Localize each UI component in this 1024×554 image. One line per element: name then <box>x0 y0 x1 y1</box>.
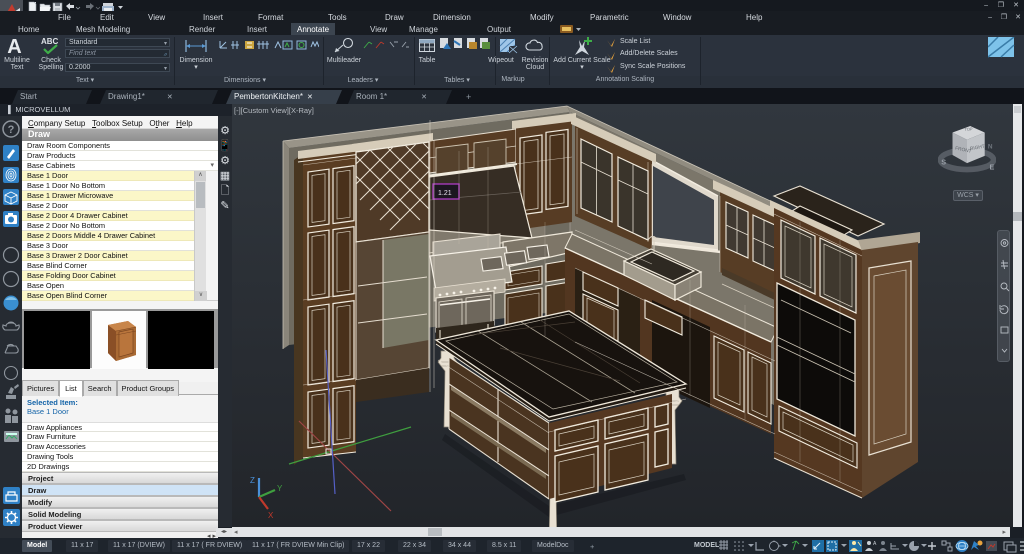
svg-text:1.21: 1.21 <box>438 190 452 197</box>
svg-text:Z: Z <box>250 476 255 485</box>
svg-text:S: S <box>941 158 946 167</box>
svg-text:Y: Y <box>277 484 283 493</box>
svg-text:N: N <box>988 144 993 151</box>
svg-text:E: E <box>990 163 995 172</box>
svg-text:A: A <box>873 541 877 547</box>
svg-text:TOP: TOP <box>964 126 973 132</box>
svg-text:?: ? <box>8 124 15 136</box>
svg-text:X: X <box>268 511 274 520</box>
